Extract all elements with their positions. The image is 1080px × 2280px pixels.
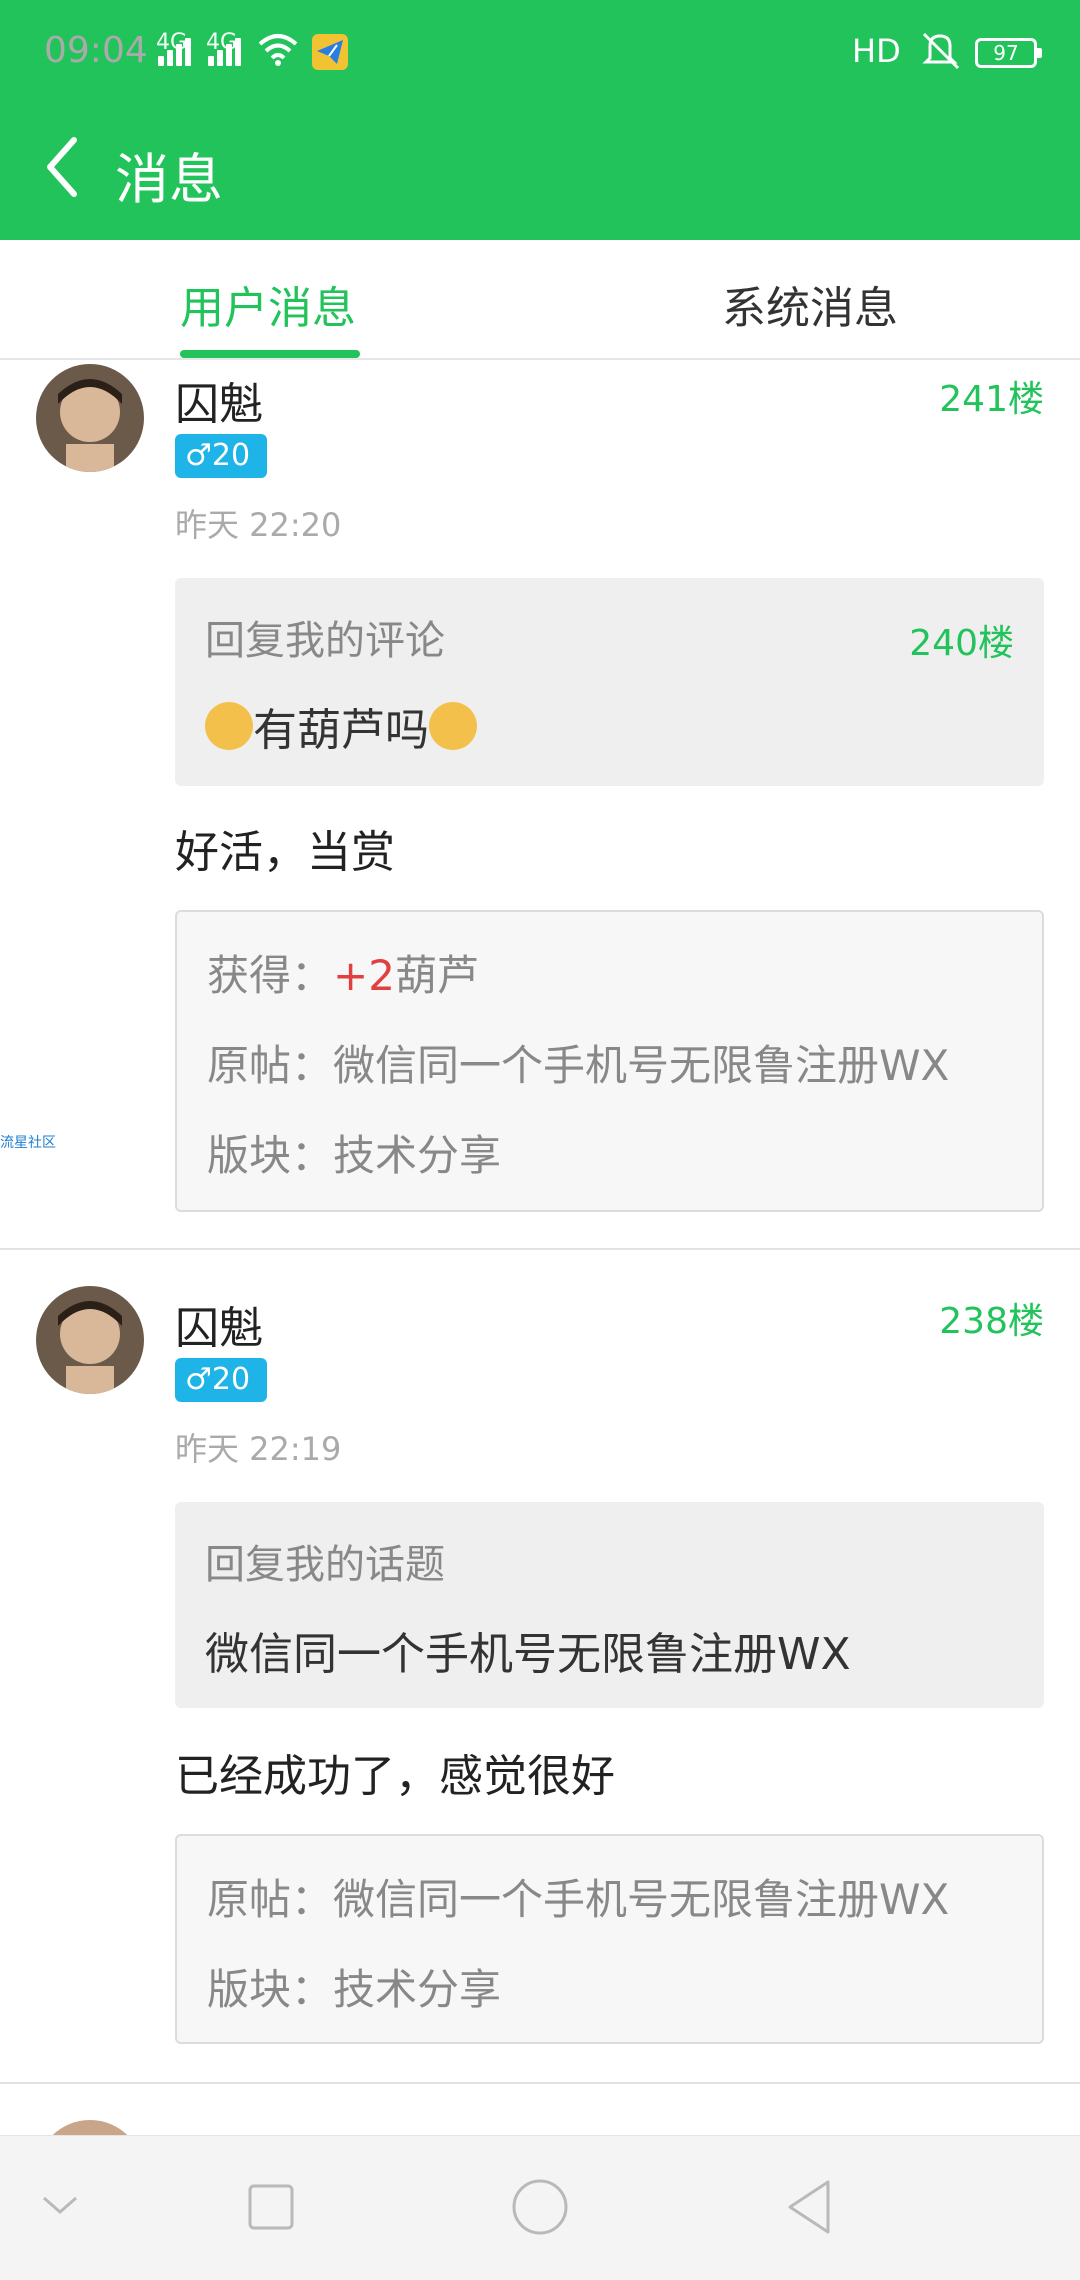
status-time: 09:04 [44,30,148,71]
emoji-icon [429,702,477,750]
message-item[interactable]: 囚魁 241楼 ♂20 昨天 22:20 回复我的评论 240楼 有葫芦吗 好活… [0,360,1080,1250]
section-label: 版块：技术分享 [207,1131,502,1180]
back-nav-button[interactable] [784,2176,834,2240]
quoted-topic[interactable]: 回复我的话题 微信同一个手机号无限鲁注册WX [175,1502,1044,1708]
chevron-down-icon[interactable] [40,2176,80,2240]
floor-number: 241楼 [939,379,1044,420]
floor-number: 238楼 [939,1301,1044,1342]
status-bar: 09:04 4G 4G HD 97 [0,0,1080,110]
recent-apps-button[interactable] [248,2176,294,2240]
tab-bar: 用户消息 系统消息 [0,240,1080,360]
avatar[interactable] [36,1286,144,1394]
origin-post: 原帖：微信同一个手机号无限鲁注册WX [207,1875,950,1924]
signal-icon [206,36,242,66]
reply-text: 好活，当赏 [175,827,395,878]
gender-level-badge: ♂20 [175,434,267,478]
quoted-comment[interactable]: 回复我的评论 240楼 有葫芦吗 [175,578,1044,786]
emoji-icon [205,702,253,750]
user-name[interactable]: 囚魁 [175,368,263,432]
reward-unit: 葫芦 [394,951,479,1000]
timestamp: 昨天 22:20 [175,506,342,544]
tab-user-messages[interactable]: 用户消息 [180,272,356,336]
timestamp: 昨天 22:19 [175,1430,342,1468]
page-title: 消息 [115,148,223,211]
avatar[interactable] [36,364,144,472]
reply-text: 已经成功了，感觉很好 [175,1751,615,1802]
reward-label: 获得： [207,951,334,1000]
reward-value: +2 [333,951,395,1000]
quote-text: 有葫芦吗 [253,705,429,756]
wifi-icon [258,32,298,75]
post-info-box[interactable]: 原帖：微信同一个手机号无限鲁注册WX 版块：技术分享 [175,1834,1044,2044]
gender-level-badge: ♂20 [175,1358,267,1402]
reward-row: 获得：+2葫芦 [207,942,479,1003]
quote-header: 回复我的评论 [205,618,445,664]
telegram-app-icon [312,34,348,70]
quote-text-row: 有葫芦吗 [205,694,477,758]
back-button[interactable] [38,132,88,202]
hd-indicator: HD [852,32,901,70]
quote-floor: 240楼 [909,623,1014,664]
user-name[interactable]: 囚魁 [175,1292,263,1356]
app-bar: 09:04 4G 4G HD 97 消息 [0,0,1080,240]
system-navigation-bar [0,2135,1080,2280]
signal-icon [156,36,192,66]
section-label: 版块：技术分享 [207,1965,502,2014]
chevron-left-icon [47,137,77,197]
message-item[interactable]: 囚魁 238楼 ♂20 昨天 22:19 回复我的话题 微信同一个手机号无限鲁注… [0,1252,1080,2084]
origin-post: 原帖：微信同一个手机号无限鲁注册WX [207,1041,950,1090]
post-info-box[interactable]: 获得：+2葫芦 原帖：微信同一个手机号无限鲁注册WX 版块：技术分享 [175,910,1044,1212]
mute-icon [918,30,962,78]
battery-icon: 97 [975,38,1042,68]
quote-text: 微信同一个手机号无限鲁注册WX [205,1629,851,1680]
tab-system-messages[interactable]: 系统消息 [722,272,898,336]
quote-header: 回复我的话题 [205,1542,445,1588]
home-button[interactable] [510,2176,570,2240]
active-tab-indicator [180,350,360,358]
